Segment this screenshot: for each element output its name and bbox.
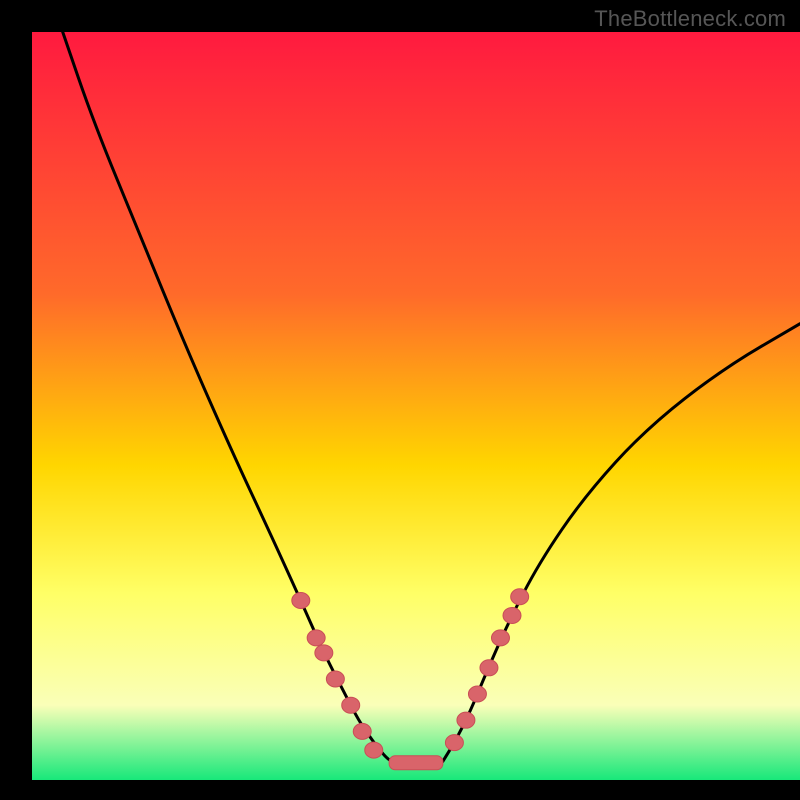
data-marker [292,592,310,608]
bottom-segment-marker [389,756,443,770]
data-marker [365,742,383,758]
data-marker [342,697,360,713]
data-marker [326,671,344,687]
watermark-text: TheBottleneck.com [594,6,786,32]
data-marker [491,630,509,646]
plot-background [32,32,800,780]
data-marker [503,607,521,623]
data-marker [468,686,486,702]
data-marker [315,645,333,661]
data-marker [457,712,475,728]
data-marker [353,723,371,739]
chart-container: { "watermark": "TheBottleneck.com", "col… [0,0,800,800]
data-marker [480,660,498,676]
chart-svg [0,0,800,800]
data-marker [307,630,325,646]
data-marker [445,735,463,751]
data-marker [511,589,529,605]
